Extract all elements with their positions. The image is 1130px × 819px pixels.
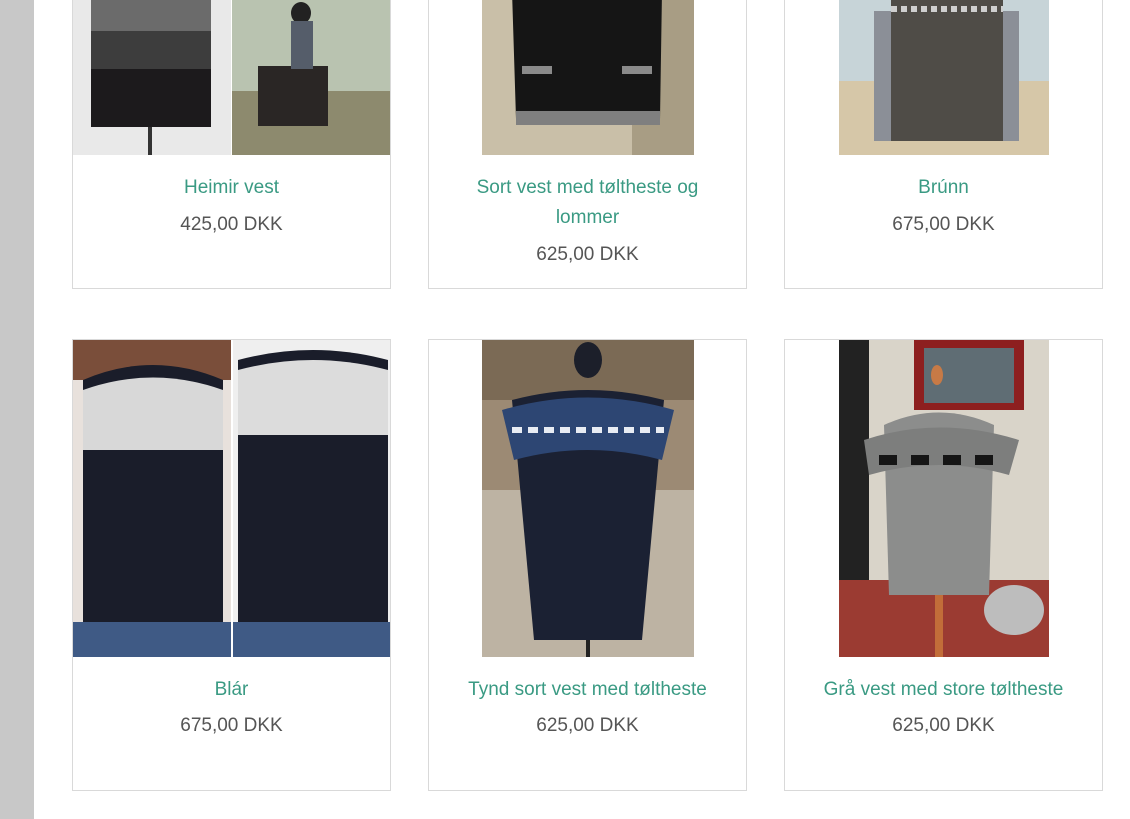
product-title[interactable]: Blár bbox=[93, 675, 370, 705]
product-card[interactable]: Heimir vest 425,00 DKK bbox=[72, 0, 391, 289]
product-title[interactable]: Heimir vest bbox=[93, 173, 370, 203]
product-card[interactable]: Blár 675,00 DKK bbox=[72, 339, 391, 791]
product-card[interactable]: Tynd sort vest med tøltheste 625,00 DKK bbox=[428, 339, 747, 791]
product-price: 675,00 DKK bbox=[892, 214, 995, 235]
product-title[interactable]: Brúnn bbox=[805, 173, 1082, 203]
product-price: 675,00 DKK bbox=[180, 715, 283, 736]
product-image[interactable] bbox=[839, 340, 1049, 657]
product-card[interactable]: Brúnn 675,00 DKK bbox=[784, 0, 1103, 289]
product-price: 625,00 DKK bbox=[536, 244, 639, 265]
product-title[interactable]: Tynd sort vest med tøltheste bbox=[449, 675, 726, 705]
product-image[interactable] bbox=[482, 0, 694, 155]
product-card[interactable]: Sort vest med tøltheste og lommer 625,00… bbox=[428, 0, 747, 289]
product-price: 625,00 DKK bbox=[892, 715, 995, 736]
product-price: 625,00 DKK bbox=[536, 715, 639, 736]
product-image[interactable] bbox=[482, 340, 694, 657]
left-scroll-gutter bbox=[0, 0, 34, 819]
product-title[interactable]: Sort vest med tøltheste og lommer bbox=[449, 173, 726, 233]
product-image[interactable] bbox=[73, 340, 390, 657]
product-price: 425,00 DKK bbox=[180, 214, 283, 235]
product-title[interactable]: Grå vest med store tøltheste bbox=[805, 675, 1082, 705]
product-card[interactable]: Grå vest med store tøltheste 625,00 DKK bbox=[784, 339, 1103, 791]
product-image[interactable] bbox=[839, 0, 1049, 155]
product-image[interactable] bbox=[73, 0, 390, 155]
